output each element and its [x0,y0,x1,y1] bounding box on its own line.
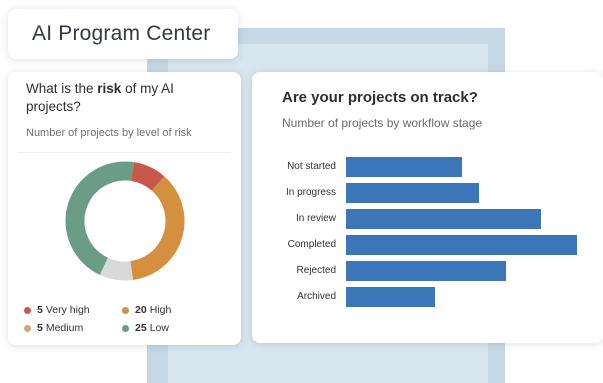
legend-label: High [149,304,172,316]
bar-label: In progress [285,187,336,198]
risk-legend: 5 Very high 20 High 5 Medium 25 Low [24,301,234,337]
divider [18,152,231,153]
legend-row: 5 Very high 20 High [24,301,234,319]
risk-question: What is the risk of my AI projects? [26,81,174,114]
bar-in-review[interactable] [346,209,542,229]
app-title-card: AI Program Center [8,9,238,59]
bar-archived[interactable] [346,287,435,307]
donut-slice-very-high[interactable] [130,162,165,191]
legend-item[interactable]: 5 Medium [24,319,122,337]
bar-rejected[interactable] [346,261,506,281]
legend-label: Medium [45,322,84,334]
risk-donut-chart[interactable] [65,161,185,281]
bar-label: In review [295,213,336,224]
dashboard: AI Program Center What is the risk of my… [0,0,603,383]
donut-slice-low[interactable] [65,161,134,275]
legend-dot [24,306,31,314]
legend-row: 5 Medium 25 Low [24,319,234,337]
bar-not-started[interactable] [346,157,462,177]
legend-count: 25 [135,322,147,334]
bar-label: Rejected [296,265,336,276]
app-title: AI Program Center [32,22,211,45]
legend-count: 5 [37,304,43,316]
legend-item[interactable]: 5 Very high [24,301,122,319]
bar-label: Not started [287,161,336,172]
risk-subtitle: Number of projects by level of risk [26,127,192,139]
legend-label: Low [149,322,169,334]
bar-label: Archived [297,291,336,302]
bar-label: Completed [287,239,336,250]
legend-item[interactable]: 20 High [122,301,220,319]
legend-dot [24,324,31,332]
legend-count: 20 [135,304,147,316]
workflow-bar-chart: Not started In progress In review Completed… [252,72,603,343]
legend-dot [122,306,129,314]
legend-dot [122,324,129,332]
donut-slice-high[interactable] [130,176,185,280]
track-card[interactable]: Are your projects on track? Number of pr… [252,72,603,343]
donut-slice-medium[interactable] [99,257,133,281]
legend-label: Very high [45,304,90,316]
bar-in-progress[interactable] [346,183,480,203]
bar-completed[interactable] [346,235,577,255]
risk-card[interactable]: What is the risk of my AI projects? Numb… [8,72,241,345]
legend-count: 5 [37,322,43,334]
legend-item[interactable]: 25 Low [122,319,220,337]
